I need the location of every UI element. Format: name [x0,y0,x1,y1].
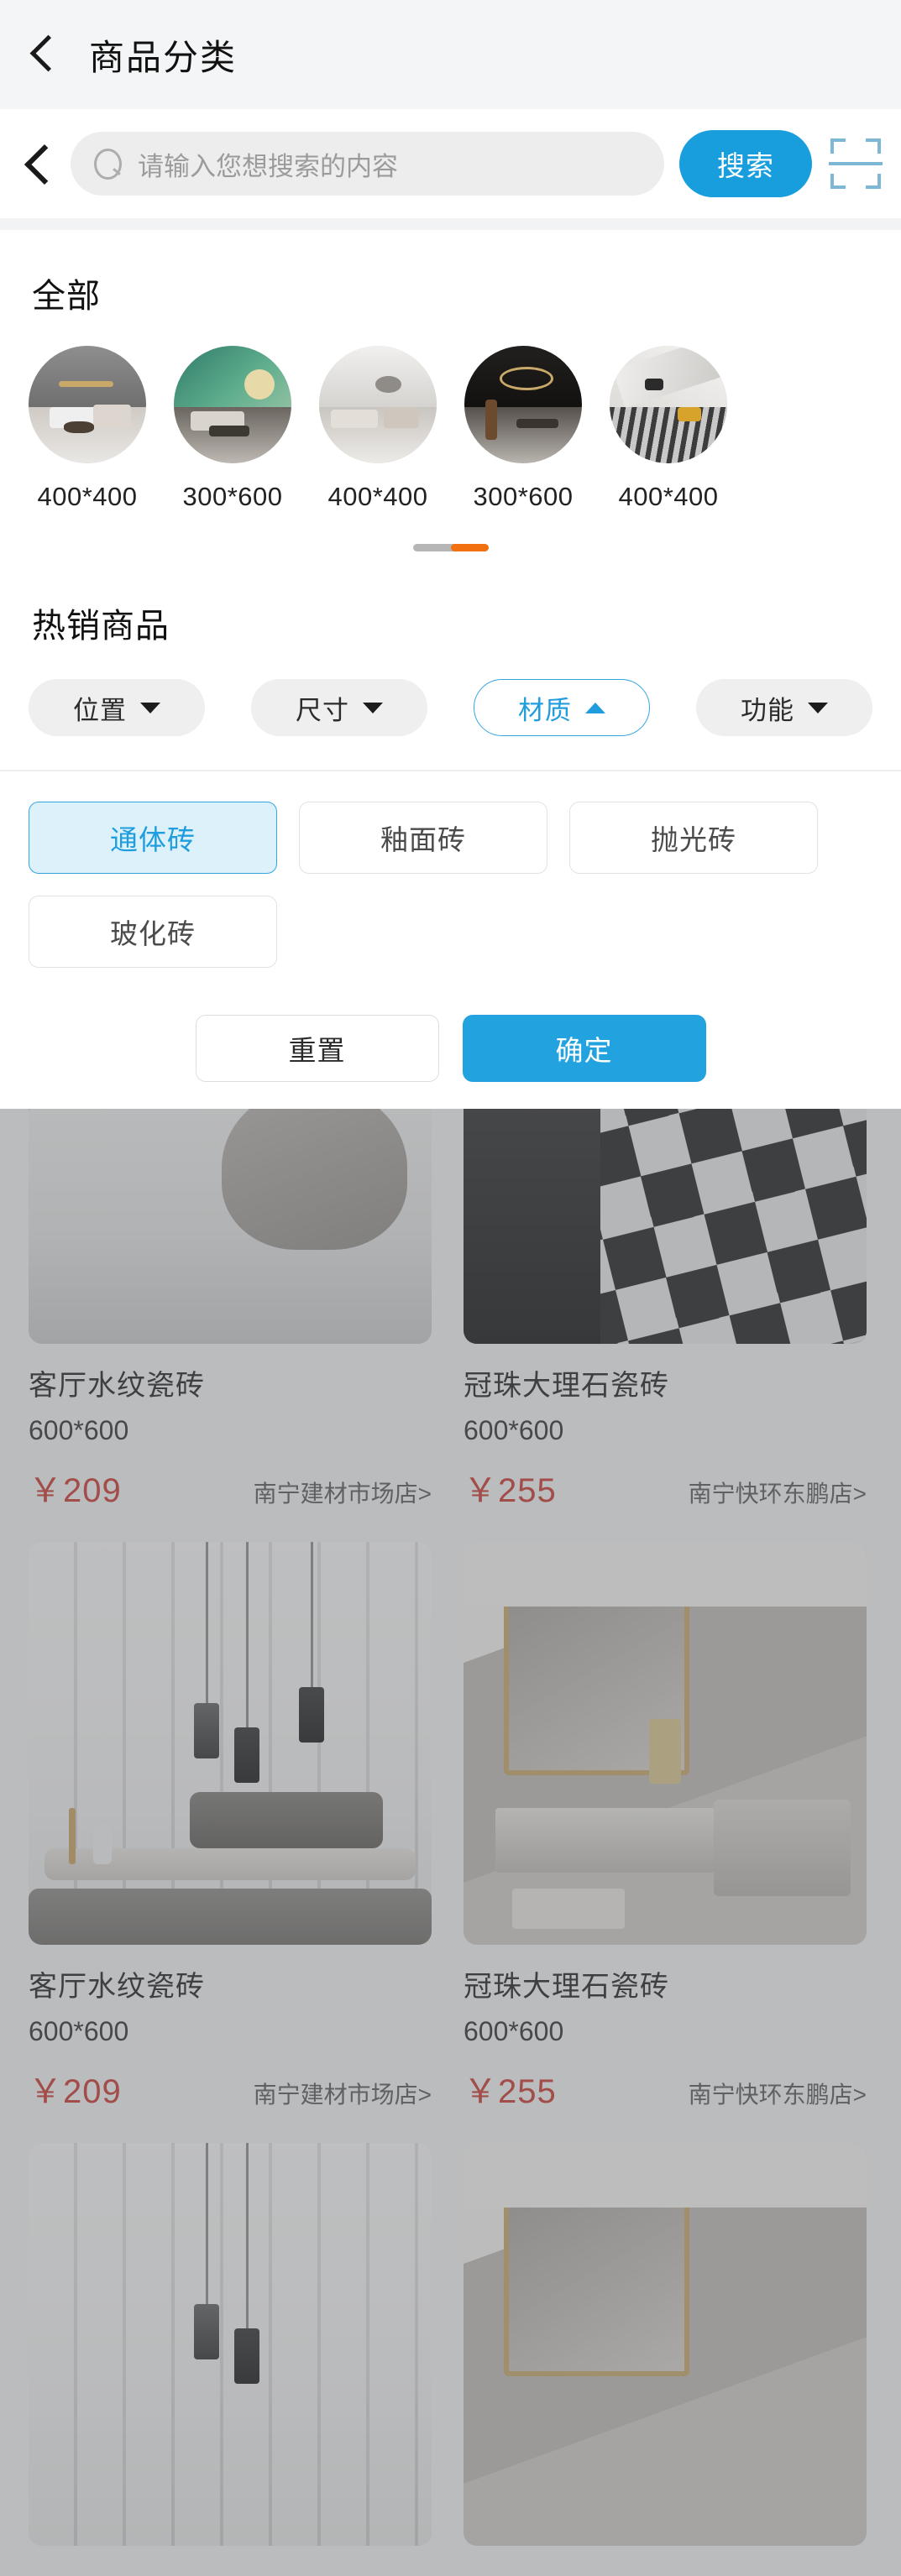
category-thumbnail [29,346,146,463]
product-price: ￥255 [464,2073,557,2110]
product-footer: ￥209 南宁建材市场店> [29,1463,432,1512]
category-label: 300*600 [182,482,283,511]
category-label: 400*400 [618,482,719,511]
category-label: 300*600 [473,482,574,511]
search-back-chevron-icon[interactable] [25,140,55,187]
reset-button[interactable]: 重置 [195,1015,439,1082]
top-navbar: 商品分类 [0,0,901,109]
confirm-button[interactable]: 确定 [462,1015,706,1082]
chevron-down-icon [363,702,383,713]
filter-chip-function[interactable]: 功能 [696,679,872,736]
filter-chip-location[interactable]: 位置 [29,679,205,736]
filter-chip-label: 功能 [741,695,794,725]
product-name: 冠珠大理石瓷砖 [464,1370,669,1402]
filter-chip-size[interactable]: 尺寸 [251,679,427,736]
chevron-left-icon[interactable] [29,31,57,78]
product-store-link[interactable]: 南宁建材市场店> [254,2077,432,2110]
category-carousel[interactable]: 400*400 300*600 400*400 300*600 400*400 [0,317,901,512]
product-row [29,2143,872,2576]
product-row: 客厅水纹瓷砖 600*600 ￥209 南宁建材市场店> 冠珠大理石瓷砖 600… [29,1109,872,1542]
product-name: 冠珠大理石瓷砖 [464,1971,669,2003]
material-filter-panel: 通体砖 釉面砖 抛光砖 玻化砖 重置 确定 [0,771,901,1109]
category-item[interactable]: 300*600 [174,346,291,512]
category-label: 400*400 [37,482,138,511]
filter-chip-label: 位置 [73,695,127,725]
search-button[interactable]: 搜索 [679,130,812,197]
category-section-title: 全部 [32,278,101,315]
category-thumbnail [610,346,727,463]
search-input[interactable]: 请输入您想搜索的内容 [71,132,664,196]
search-placeholder: 请输入您想搜索的内容 [138,151,398,181]
product-card[interactable]: 冠珠大理石瓷砖 600*600 ￥255 南宁快环东鹏店> [464,1542,867,2113]
filter-chip-row: 位置 尺寸 材质 功能 [0,647,901,770]
product-card[interactable] [29,2143,432,2546]
category-label: 400*400 [327,482,428,511]
filter-chip-material[interactable]: 材质 [474,679,650,736]
chevron-down-icon [140,702,160,713]
panel-action-row: 重置 确定 [29,968,872,1109]
product-name: 客厅水纹瓷砖 [29,1971,205,2003]
product-card[interactable]: 客厅水纹瓷砖 600*600 ￥209 南宁建材市场店> [29,1542,432,2113]
chevron-down-icon [808,702,828,713]
carousel-scroll-thumb [450,544,489,551]
scan-icon[interactable] [829,138,883,189]
product-price: ￥209 [29,2073,122,2110]
product-image [464,1109,867,1344]
product-size: 600*600 [29,1415,129,1445]
carousel-scroll-indicator[interactable] [412,544,489,551]
filter-chip-label: 尺寸 [296,695,349,725]
category-thumbnail [174,346,291,463]
hot-section-title: 热销商品 [32,608,170,645]
product-size: 600*600 [464,1415,564,1445]
product-image [464,1542,867,1945]
product-footer: ￥209 南宁建材市场店> [29,2064,432,2113]
category-thumbnail [464,346,582,463]
product-image [29,2143,432,2546]
product-footer: ￥255 南宁快环东鹏店> [464,2064,867,2113]
material-option[interactable]: 釉面砖 [299,802,547,874]
material-option[interactable]: 通体砖 [29,802,277,874]
product-store-link[interactable]: 南宁建材市场店> [254,1476,432,1509]
product-store-link[interactable]: 南宁快环东鹏店> [689,2077,867,2110]
category-item[interactable]: 300*600 [464,346,582,512]
section-gap [0,218,901,230]
category-item[interactable]: 400*400 [29,346,146,512]
product-grid: 客厅水纹瓷砖 600*600 ￥209 南宁建材市场店> 冠珠大理石瓷砖 600… [0,1109,901,2576]
product-card[interactable]: 客厅水纹瓷砖 600*600 ￥209 南宁建材市场店> [29,1109,432,1512]
product-image [29,1109,432,1344]
search-bar: 请输入您想搜索的内容 搜索 [0,109,901,218]
filter-chip-label: 材质 [518,695,572,725]
product-name: 客厅水纹瓷砖 [29,1370,205,1402]
product-card[interactable] [464,2143,867,2546]
page-title: 商品分类 [89,37,238,77]
product-image [29,1542,432,1945]
search-icon [92,149,123,180]
material-option-grid: 通体砖 釉面砖 抛光砖 玻化砖 [29,802,872,968]
product-footer: ￥255 南宁快环东鹏店> [464,1463,867,1512]
category-thumbnail [319,346,437,463]
product-size: 600*600 [29,2016,129,2046]
category-item[interactable]: 400*400 [319,346,437,512]
product-store-link[interactable]: 南宁快环东鹏店> [689,1476,867,1509]
category-item[interactable]: 400*400 [610,346,727,512]
product-image [464,2143,867,2546]
material-option[interactable]: 抛光砖 [569,802,818,874]
product-card[interactable]: 冠珠大理石瓷砖 600*600 ￥255 南宁快环东鹏店> [464,1109,867,1512]
chevron-up-icon [585,702,605,713]
product-price: ￥209 [29,1472,122,1509]
product-price: ￥255 [464,1472,557,1509]
product-row: 客厅水纹瓷砖 600*600 ￥209 南宁建材市场店> 冠珠大理石瓷砖 600… [29,1542,872,2143]
product-size: 600*600 [464,2016,564,2046]
material-option[interactable]: 玻化砖 [29,896,277,968]
